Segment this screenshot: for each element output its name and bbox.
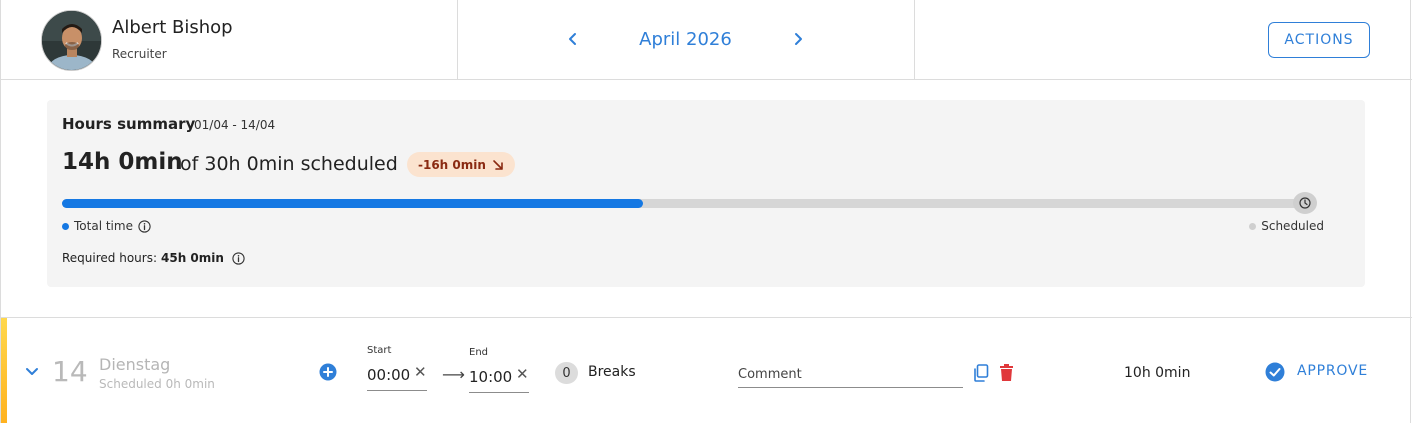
scheduled-marker — [1293, 192, 1317, 214]
info-icon[interactable] — [138, 219, 151, 233]
required-hours-label: Required hours: — [62, 251, 158, 265]
legend-dot-scheduled — [1249, 222, 1257, 230]
user-role: Recruiter — [112, 47, 167, 61]
clear-end-time-icon[interactable]: ✕ — [516, 365, 529, 383]
avatar — [41, 10, 102, 71]
timesheet-header: Albert Bishop Recruiter April 2026 ACTIO… — [1, 0, 1412, 80]
required-hours-value: 45h 0min — [161, 251, 224, 265]
required-hours: Required hours: 45h 0min — [62, 251, 245, 265]
month-label: April 2026 — [639, 29, 732, 50]
legend-scheduled: Scheduled — [1249, 219, 1324, 233]
day-name: Dienstag — [99, 355, 171, 374]
arrow-down-right-icon — [493, 159, 503, 170]
summary-title: Hours summary — [62, 115, 196, 133]
hours-difference-value: -16h 0min — [418, 157, 486, 172]
clear-start-time-icon[interactable]: ✕ — [414, 363, 427, 381]
summary-date-range: 01/04 - 14/04 — [194, 118, 276, 132]
info-icon[interactable] — [232, 251, 245, 265]
legend-dot-total — [62, 222, 69, 230]
day-status-accent — [1, 318, 7, 423]
user-name: Albert Bishop — [112, 17, 233, 38]
previous-month-button[interactable] — [561, 27, 585, 51]
clock-icon — [1299, 197, 1311, 209]
actions-panel: ACTIONS — [915, 0, 1412, 79]
hours-progress-fill — [62, 199, 643, 208]
end-time-label: End — [469, 347, 489, 358]
legend-total-time: Total time — [62, 219, 151, 233]
breaks-count-badge: 0 — [555, 362, 578, 384]
timesheet-frame: Albert Bishop Recruiter April 2026 ACTIO… — [0, 0, 1412, 423]
check-circle-icon[interactable] — [1265, 362, 1285, 382]
approve-button[interactable]: APPROVE — [1297, 363, 1368, 379]
day-total-hours: 10h 0min — [1124, 365, 1191, 381]
month-navigator: April 2026 — [458, 0, 915, 79]
chevron-right-icon — [795, 33, 802, 45]
hours-difference-badge: -16h 0min — [407, 152, 515, 177]
legend-total-label: Total time — [74, 219, 133, 233]
next-month-button[interactable] — [786, 27, 810, 51]
chevron-down-icon[interactable] — [23, 362, 41, 380]
comment-input[interactable] — [738, 362, 963, 388]
copy-icon[interactable] — [973, 364, 989, 382]
actions-button[interactable]: ACTIONS — [1268, 22, 1370, 58]
chevron-left-icon — [569, 33, 576, 45]
breaks-label[interactable]: Breaks — [588, 364, 636, 380]
day-scheduled: Scheduled 0h 0min — [99, 377, 215, 391]
day-number: 14 — [52, 355, 88, 388]
user-panel: Albert Bishop Recruiter — [1, 0, 458, 79]
trash-icon[interactable] — [999, 364, 1014, 382]
day-row: 14 Dienstag Scheduled 0h 0min Start 00:0… — [1, 318, 1412, 423]
scheduled-hours-text: of 30h 0min scheduled — [180, 153, 398, 175]
total-hours: 14h 0min — [62, 149, 183, 175]
plus-circle-icon[interactable] — [319, 363, 337, 381]
hours-summary-card: Hours summary 01/04 - 14/04 14h 0min of … — [47, 100, 1365, 287]
arrow-right-icon: ⟶ — [442, 365, 465, 384]
legend-scheduled-label: Scheduled — [1261, 219, 1324, 233]
start-time-label: Start — [367, 345, 392, 356]
hours-progress-bar — [62, 199, 1306, 208]
